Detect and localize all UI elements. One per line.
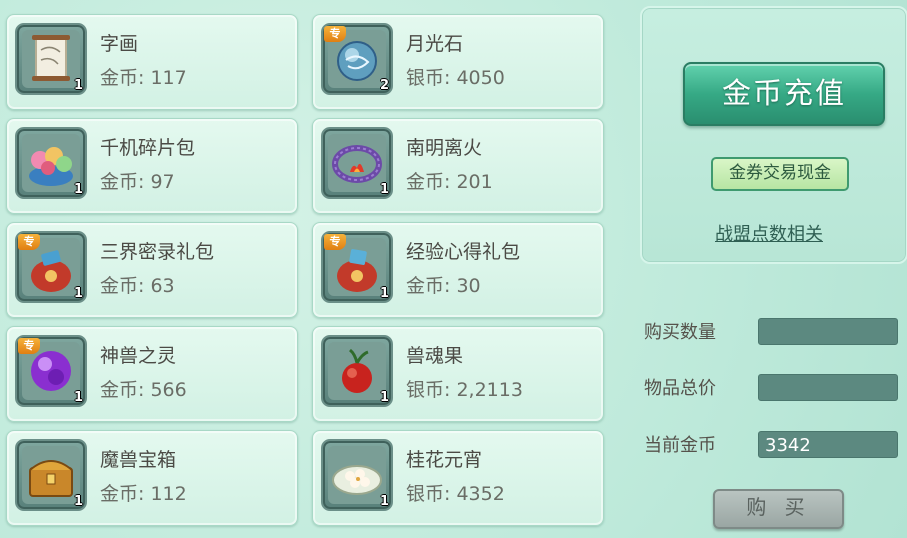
buy-quantity-field[interactable] [758, 318, 898, 345]
item-card[interactable]: 1 兽魂果 银币: 2,2113 [312, 326, 604, 422]
red-fruit-icon [328, 342, 386, 400]
fragment-pack-icon [22, 134, 80, 192]
rice-balls-icon [328, 446, 386, 504]
item-slot[interactable]: 专 1 [15, 231, 87, 303]
item-card[interactable]: 专 1 神兽之灵 金币: 566 [6, 326, 298, 422]
item-name: 三界密录礼包 [100, 241, 215, 263]
item-name: 千机碎片包 [100, 137, 196, 159]
item-slot[interactable]: 1 [321, 127, 393, 199]
item-quantity: 1 [73, 78, 83, 93]
recharge-gold-button[interactable]: 金币充值 [683, 62, 885, 126]
item-price: 金币: 112 [100, 483, 187, 505]
exclusive-badge: 专 [324, 234, 346, 250]
item-price: 金币: 30 [406, 275, 481, 297]
item-quantity: 1 [73, 390, 83, 405]
item-quantity: 2 [379, 78, 389, 93]
item-slot[interactable]: 专 1 [15, 335, 87, 407]
item-slot[interactable]: 1 [321, 335, 393, 407]
item-price: 金币: 566 [100, 379, 187, 401]
item-slot[interactable]: 1 [15, 439, 87, 511]
item-card[interactable]: 1 字画 金币: 117 [6, 14, 298, 110]
item-card[interactable]: 1 魔兽宝箱 金币: 112 [6, 430, 298, 526]
item-quantity: 1 [73, 182, 83, 197]
total-price-label: 物品总价 [644, 378, 716, 399]
item-price: 金币: 97 [100, 171, 175, 193]
scroll-painting-icon [22, 30, 80, 88]
item-price: 银币: 2,2113 [406, 379, 523, 401]
fire-ring-icon [328, 134, 386, 192]
item-quantity: 1 [379, 182, 389, 197]
treasure-chest-icon [22, 446, 80, 504]
item-price: 金币: 201 [406, 171, 493, 193]
item-card[interactable]: 1 南明离火 金币: 201 [312, 118, 604, 214]
item-quantity: 1 [379, 390, 389, 405]
item-slot[interactable]: 专 1 [321, 231, 393, 303]
item-name: 经验心得礼包 [406, 241, 521, 263]
item-card[interactable]: 1 千机碎片包 金币: 97 [6, 118, 298, 214]
item-card[interactable]: 专 1 三界密录礼包 金币: 63 [6, 222, 298, 318]
voucher-exchange-button[interactable]: 金券交易现金 [711, 157, 849, 191]
item-price: 金币: 63 [100, 275, 175, 297]
item-price: 银币: 4050 [406, 67, 505, 89]
buy-button[interactable]: 购 买 [713, 489, 844, 529]
item-quantity: 1 [73, 494, 83, 509]
item-name: 神兽之灵 [100, 345, 177, 367]
exclusive-badge: 专 [324, 26, 346, 42]
item-card[interactable]: 专 1 经验心得礼包 金币: 30 [312, 222, 604, 318]
item-name: 字画 [100, 33, 139, 55]
item-name: 桂花元宵 [406, 449, 483, 471]
item-price: 金币: 117 [100, 67, 187, 89]
item-slot[interactable]: 1 [15, 23, 87, 95]
item-grid: 1 字画 金币: 117 专 2 月光石 银币: 4050 1 千机碎片包 金币… [0, 0, 610, 538]
item-name: 魔兽宝箱 [100, 449, 177, 471]
item-slot[interactable]: 专 2 [321, 23, 393, 95]
item-card[interactable]: 专 2 月光石 银币: 4050 [312, 14, 604, 110]
current-gold-label: 当前金币 [644, 435, 716, 456]
item-quantity: 1 [379, 494, 389, 509]
item-slot[interactable]: 1 [321, 439, 393, 511]
exclusive-badge: 专 [18, 234, 40, 250]
current-gold-field: 3342 [758, 431, 898, 458]
alliance-points-link[interactable]: 战盟点数相关 [715, 220, 823, 246]
item-quantity: 1 [73, 286, 83, 301]
item-quantity: 1 [379, 286, 389, 301]
item-card[interactable]: 1 桂花元宵 银币: 4352 [312, 430, 604, 526]
item-name: 月光石 [406, 33, 464, 55]
item-name: 兽魂果 [406, 345, 464, 367]
buy-quantity-label: 购买数量 [644, 322, 716, 343]
item-price: 银币: 4352 [406, 483, 505, 505]
exclusive-badge: 专 [18, 338, 40, 354]
item-name: 南明离火 [406, 137, 483, 159]
total-price-field [758, 374, 898, 401]
item-slot[interactable]: 1 [15, 127, 87, 199]
